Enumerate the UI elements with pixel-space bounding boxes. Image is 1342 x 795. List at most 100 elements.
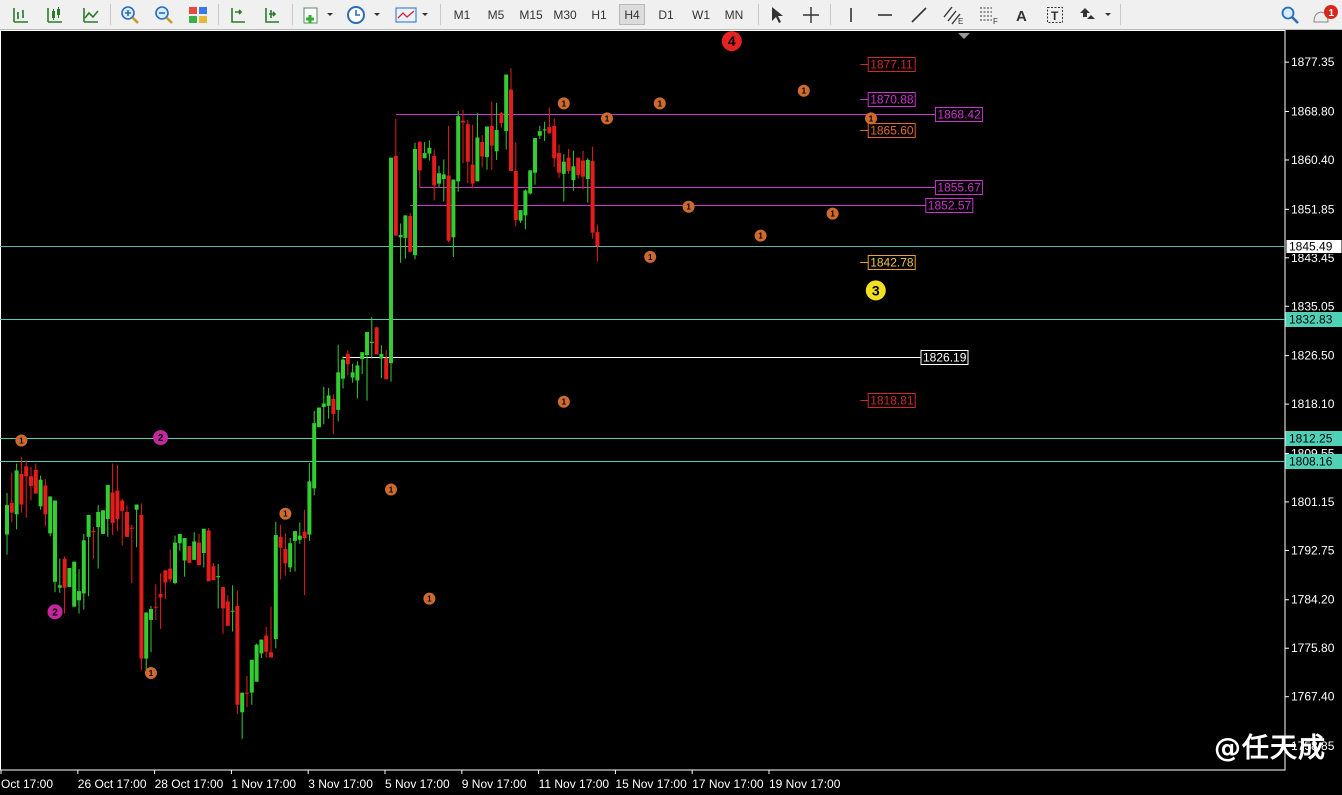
level-tag-text: 1852.57 bbox=[928, 199, 972, 213]
candle-body bbox=[29, 476, 33, 487]
arrows-menu-icon[interactable] bbox=[1075, 3, 1115, 26]
wave-marker-label: 1 bbox=[149, 669, 154, 678]
candle-body bbox=[365, 331, 369, 356]
candle-body bbox=[321, 403, 326, 407]
candle-body bbox=[273, 535, 278, 639]
text-label-icon[interactable]: T bbox=[1043, 3, 1067, 26]
wave-marker-label: 3 bbox=[872, 282, 880, 298]
price-tick-label: 1818.10 bbox=[1291, 397, 1335, 411]
candle-body bbox=[585, 159, 590, 180]
candle-body bbox=[403, 215, 408, 238]
templates-menu-icon[interactable] bbox=[392, 3, 432, 26]
timeframe-m5[interactable]: M5 bbox=[483, 4, 509, 25]
candle-body bbox=[374, 327, 379, 355]
horizontal-line-icon[interactable] bbox=[872, 3, 898, 26]
equidistant-channel-icon[interactable]: E bbox=[940, 3, 968, 26]
periodicity-clock-icon[interactable] bbox=[344, 3, 384, 26]
indicators-menu-icon[interactable] bbox=[299, 3, 337, 26]
price-line-tag-text: 1832.83 bbox=[1289, 313, 1333, 327]
candle-body bbox=[475, 137, 480, 182]
text-tool-icon[interactable]: A bbox=[1010, 3, 1034, 26]
candle-body bbox=[422, 153, 427, 159]
timeframe-m30[interactable]: M30 bbox=[550, 4, 580, 25]
candle-body bbox=[125, 512, 129, 537]
candle-body bbox=[417, 142, 422, 171]
wave-marker-label: 4 bbox=[728, 33, 736, 49]
candle-body bbox=[245, 692, 249, 694]
zoom-out-icon[interactable] bbox=[151, 3, 177, 26]
candle-body bbox=[9, 502, 14, 513]
candle-body bbox=[566, 157, 571, 171]
candle-body bbox=[461, 120, 465, 123]
timeframe-h4[interactable]: H4 bbox=[619, 4, 645, 25]
candle-body bbox=[389, 157, 393, 364]
candle-body bbox=[120, 500, 125, 511]
candle-body bbox=[177, 533, 182, 544]
crosshair-icon[interactable] bbox=[798, 3, 824, 26]
candle-body bbox=[345, 353, 350, 365]
tile-windows-icon[interactable] bbox=[185, 3, 211, 26]
candle-body bbox=[115, 490, 120, 519]
candle-body bbox=[62, 558, 67, 588]
notification-bell-icon[interactable]: 1 bbox=[1310, 3, 1340, 26]
candle-body bbox=[355, 365, 360, 381]
candle-body bbox=[240, 692, 245, 713]
candle-body bbox=[441, 174, 446, 180]
candle-body bbox=[187, 546, 192, 563]
bar-chart-icon[interactable] bbox=[8, 3, 34, 26]
search-icon[interactable] bbox=[1276, 3, 1304, 26]
chart-shift-icon[interactable] bbox=[225, 3, 251, 26]
candle-body bbox=[480, 142, 485, 157]
timeframe-mn[interactable]: MN bbox=[720, 4, 748, 25]
vertical-line-icon[interactable] bbox=[838, 3, 864, 26]
candle-body bbox=[19, 473, 24, 505]
timeframe-m1[interactable]: M1 bbox=[449, 4, 475, 25]
trendline-icon[interactable] bbox=[906, 3, 932, 26]
zoom-in-icon[interactable] bbox=[117, 3, 143, 26]
price-tick-label: 1792.75 bbox=[1291, 543, 1335, 557]
candle-body bbox=[283, 548, 288, 564]
time-tick-label: Oct 17:00 bbox=[1, 777, 53, 791]
timeframe-w1[interactable]: W1 bbox=[687, 4, 715, 25]
candle-body bbox=[14, 470, 19, 515]
candle-body bbox=[33, 469, 38, 494]
candle-body bbox=[211, 566, 216, 581]
candle-body bbox=[561, 161, 566, 174]
wave-marker-label: 1 bbox=[830, 210, 835, 219]
candle-body bbox=[470, 164, 475, 184]
candlestick-chart-icon[interactable] bbox=[42, 3, 68, 26]
candle-body bbox=[77, 591, 81, 601]
candle-body bbox=[278, 536, 283, 548]
price-line-tag-text: 1845.49 bbox=[1289, 240, 1333, 254]
candle-body bbox=[465, 124, 470, 162]
candle-body bbox=[542, 129, 547, 131]
time-tick-label: 11 Nov 17:00 bbox=[539, 777, 610, 791]
candle-body bbox=[264, 635, 269, 652]
time-tick-label: 9 Nov 17:00 bbox=[462, 777, 527, 791]
candle-body bbox=[494, 129, 499, 152]
candle-body bbox=[528, 170, 533, 194]
time-tick-label: 5 Nov 17:00 bbox=[385, 777, 450, 791]
candle-body bbox=[206, 530, 211, 582]
time-tick-label: 17 Nov 17:00 bbox=[692, 777, 764, 791]
candle-body bbox=[158, 593, 163, 598]
wave-marker-label: 1 bbox=[283, 510, 288, 519]
timeframe-m15[interactable]: M15 bbox=[515, 4, 547, 25]
candle-body bbox=[489, 125, 494, 146]
fibonacci-icon[interactable]: F bbox=[975, 3, 1003, 26]
candle-body bbox=[5, 505, 9, 535]
candle-body bbox=[96, 512, 101, 528]
price-chart[interactable]: 1877.351868.801860.401851.851843.451835.… bbox=[0, 30, 1342, 795]
line-chart-icon[interactable] bbox=[78, 3, 104, 26]
auto-scroll-icon[interactable] bbox=[259, 3, 285, 26]
price-tick-label: 1860.40 bbox=[1291, 153, 1335, 167]
timeframe-d1[interactable]: D1 bbox=[653, 4, 679, 25]
timeframe-h1[interactable]: H1 bbox=[586, 4, 612, 25]
candle-body bbox=[413, 149, 417, 256]
level-tag-text: 1865.60 bbox=[870, 124, 914, 138]
price-tick-label: 1767.40 bbox=[1291, 690, 1335, 704]
chart-shift-marker bbox=[958, 33, 970, 39]
candle-body bbox=[293, 531, 297, 541]
svg-text:F: F bbox=[993, 17, 998, 25]
cursor-arrow-icon[interactable] bbox=[764, 3, 790, 26]
